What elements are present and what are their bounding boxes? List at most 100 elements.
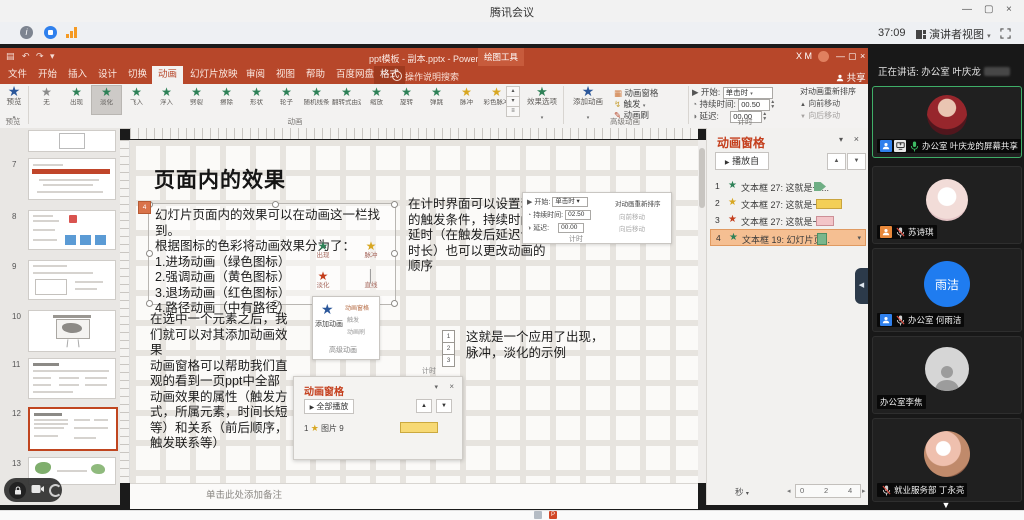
pane-item-4-selected[interactable]: 4 ★ 文本框 19: 幻灯片页... ▾ <box>710 229 866 246</box>
gallery-more[interactable]: ≡ <box>506 106 520 117</box>
item-dropdown-icon[interactable]: ▾ <box>857 234 861 242</box>
chevron-down-icon: ▾ <box>541 115 544 121</box>
ppt-restore-icon[interactable]: ▢ <box>848 51 857 62</box>
move-down-button[interactable]: ▼ <box>847 153 866 170</box>
anim-shape[interactable]: ★形状 <box>241 85 272 115</box>
share-label: 共享 <box>847 73 866 84</box>
thumbnail-slide-12-selected[interactable] <box>28 407 118 451</box>
chevron-down-icon: ▾ <box>987 33 991 40</box>
timeline-right-icon[interactable]: ▸ <box>862 487 866 495</box>
anim-spin[interactable]: ★旋转 <box>391 85 422 115</box>
close-icon[interactable]: × <box>854 134 859 144</box>
menu-tab-baidu-pan[interactable]: 百度网盘 <box>330 66 380 84</box>
anim-random-bars[interactable]: ★随机线条 <box>301 85 332 115</box>
minimize-icon[interactable]: — <box>962 4 972 15</box>
anim-split[interactable]: ★劈裂 <box>181 85 212 115</box>
duration-input[interactable]: 00.50 <box>738 99 770 111</box>
pane-item-1[interactable]: 1 ★ 文本框 27: 这就是一... <box>710 178 866 195</box>
maximize-icon[interactable]: ▢ <box>984 4 993 15</box>
anim-wipe[interactable]: ★擦除 <box>211 85 242 115</box>
chevron-down-icon[interactable]: ▾ <box>839 135 843 144</box>
info-icon[interactable]: i <box>20 26 33 39</box>
animation-star-icon: ★ <box>32 86 61 99</box>
thumbnail-slide-9[interactable] <box>28 260 116 300</box>
close-icon[interactable]: × <box>1006 4 1012 15</box>
more-participants-icon[interactable]: ▼ <box>868 500 1024 510</box>
account-avatar[interactable] <box>818 51 829 62</box>
presenter-view-button[interactable]: 演讲者视图 ▾ <box>916 26 991 42</box>
anim-zoom[interactable]: ★缩放 <box>361 85 392 115</box>
screen-share-icon <box>894 140 906 152</box>
spinner-icon[interactable]: ▲▼ <box>770 100 775 110</box>
thumbnail-slide-7[interactable] <box>28 158 116 200</box>
seconds-dropdown[interactable]: 秒 ▾ <box>735 486 749 498</box>
pane-item-2[interactable]: 2 ★ 文本框 27: 这就是一... <box>710 195 866 212</box>
anim-float-in[interactable]: ★浮入 <box>151 85 182 115</box>
menu-tab-home[interactable]: 开始 <box>32 66 63 84</box>
move-later-button[interactable]: ▼ 向后移动 <box>800 110 840 121</box>
participant-name: 苏诗琪 <box>908 226 934 238</box>
anim-bounce[interactable]: ★弹跳 <box>421 85 452 115</box>
participant-tile-3[interactable]: 雨洁 办公室 何雨洁 <box>872 248 1022 332</box>
menu-tab-transitions[interactable]: 切换 <box>122 66 153 84</box>
slide-vertical-scrollbar[interactable] <box>698 140 706 483</box>
ppt-share-button[interactable]: 共享 <box>836 70 866 84</box>
anim-wheel[interactable]: ★轮子 <box>271 85 302 115</box>
slide-textbox-4[interactable]: 这就是一个应用了出现， 脉冲，淡化的示例 <box>466 330 604 361</box>
menu-tab-animations[interactable]: 动画 <box>152 66 183 84</box>
menu-tab-view[interactable]: 视图 <box>270 66 301 84</box>
record-icon[interactable] <box>44 26 57 39</box>
move-earlier-button[interactable]: ▲ 向前移动 <box>800 98 840 109</box>
menu-tab-file[interactable]: 文件 <box>2 66 33 84</box>
thumbnail-slide-11[interactable] <box>28 358 116 399</box>
participant-tile-5[interactable]: 就业服务部 丁永亮 <box>872 418 1022 502</box>
meeting-floating-toolbar[interactable] <box>4 478 62 502</box>
effect-options-button[interactable]: ★ 效果选项 ▾ <box>524 85 560 124</box>
play-icon: ▶ <box>725 160 730 166</box>
ppt-minimize-icon[interactable]: — <box>836 51 845 61</box>
preview-group-label: 预览 <box>0 116 58 127</box>
participant-name: 就业服务部 丁永亮 <box>894 484 964 496</box>
menu-tab-slideshow[interactable]: 幻灯片放映 <box>184 66 244 84</box>
pane-item-3[interactable]: 3 ★ 文本框 27: 这就是一... <box>710 212 866 229</box>
thumbnail-slide-10[interactable] <box>28 310 116 352</box>
anim-fade[interactable]: ★淡化 <box>91 85 122 115</box>
qat-dropdown-icon[interactable]: ▾ <box>50 51 55 62</box>
menu-tab-insert[interactable]: 插入 <box>62 66 93 84</box>
anim-appear[interactable]: ★出现 <box>61 85 92 115</box>
anim-grow-turn[interactable]: ★翻转式由远... <box>331 85 362 115</box>
anim-pulse[interactable]: ★脉冲 <box>451 85 482 115</box>
participant-tile-sharer[interactable]: 办公室 叶庆龙的屏幕共享 <box>872 86 1022 158</box>
notes-area[interactable]: 单击此处添加备注 <box>130 483 698 509</box>
taskbar-app-icon[interactable] <box>534 511 542 519</box>
anim-fly-in[interactable]: ★飞入 <box>121 85 152 115</box>
sidebar-collapse-handle[interactable]: ◀ <box>855 268 868 304</box>
taskbar-powerpoint-icon[interactable]: P <box>549 511 557 519</box>
tell-me-search[interactable]: 操作说明搜索 <box>392 70 459 83</box>
fullscreen-icon[interactable] <box>1000 26 1011 44</box>
start-select[interactable]: 单击时 ▾ <box>723 87 773 99</box>
move-up-button[interactable]: ▲ <box>827 153 846 170</box>
thumbnail-slide-6[interactable] <box>28 130 116 152</box>
entrance-star-icon: ★ <box>729 232 738 243</box>
slide-textbox-3[interactable]: 在选中一个元素之后，我 们就可以对其添加动画效 果 动画窗格可以帮助我们直 观的… <box>150 312 288 452</box>
camera-icon[interactable] <box>31 481 44 499</box>
timeline-ruler[interactable]: 0 2 4 <box>795 484 861 498</box>
participant-tile-2[interactable]: 苏诗琪 <box>872 166 1022 244</box>
menu-tab-review[interactable]: 审阅 <box>240 66 271 84</box>
menu-tab-help[interactable]: 帮助 <box>300 66 331 84</box>
lock-icon[interactable] <box>9 482 26 499</box>
undo-icon[interactable]: ↶ <box>22 51 30 62</box>
participant-tile-4[interactable]: 办公室李焦 <box>872 336 1022 414</box>
ppt-account[interactable]: X M <box>796 51 812 61</box>
redo-icon[interactable]: ↷ <box>36 51 44 62</box>
ppt-close-icon[interactable]: × <box>860 51 865 61</box>
save-icon[interactable]: ▤ <box>6 51 15 62</box>
timeline-left-icon[interactable]: ◂ <box>787 487 791 495</box>
anim-none[interactable]: ★无 <box>31 85 62 115</box>
avatar-text: 雨洁 <box>935 276 959 293</box>
play-from-button[interactable]: ▶ 播放自 <box>715 152 769 170</box>
slide-canvas[interactable]: 页面内的效果 幻灯片页面内的效果可以在动画这一栏找到。 根据图标的色彩将动画效果… <box>130 140 698 483</box>
thumbnail-slide-8[interactable] <box>28 210 116 250</box>
menu-tab-design[interactable]: 设计 <box>92 66 123 84</box>
